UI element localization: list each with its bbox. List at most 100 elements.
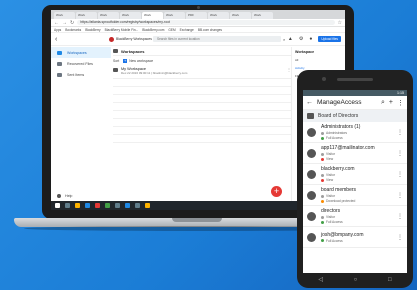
member-row[interactable]: app117@mailinator.com Visitor View ⋮: [303, 143, 407, 164]
member-name: directors: [321, 208, 341, 214]
workspace-icon: [113, 68, 118, 72]
sidebar-item-label: Workspaces: [67, 50, 87, 55]
taskbar-icon[interactable]: [65, 203, 70, 208]
panel-title: Workspace: [295, 50, 315, 54]
upload-button[interactable]: Upload files: [318, 36, 341, 42]
start-icon[interactable]: [55, 203, 60, 208]
sent-items-icon: [57, 72, 62, 77]
more-vert-icon[interactable]: ⋮: [397, 192, 403, 199]
more-vert-icon[interactable]: ⋮: [397, 99, 404, 107]
bell-icon[interactable]: ▲: [288, 36, 293, 42]
permission-label: View: [326, 178, 334, 182]
back-arrow-icon[interactable]: ←: [306, 99, 313, 106]
nav-recents-icon[interactable]: □: [388, 277, 392, 283]
browser-tab[interactable]: Work: [230, 12, 251, 19]
bookmark-item[interactable]: BlackBerry.com: [142, 27, 164, 32]
list-item[interactable]: My Workspace Dec 22 2016 09:00:11 | bbad…: [113, 66, 291, 79]
nav-back-icon[interactable]: ◁: [318, 276, 323, 283]
section-header: Workspaces: [113, 47, 291, 56]
workspace-meta: Dec 22 2016 09:00:11 | bbadmin@blackberr…: [121, 71, 188, 75]
taskbar-icon[interactable]: [145, 203, 150, 208]
taskbar-icon[interactable]: [95, 203, 100, 208]
bookmark-item[interactable]: BlackBerry Mobile Fin...: [105, 27, 139, 32]
add-fab-button[interactable]: +: [271, 186, 282, 197]
more-vert-icon[interactable]: ⋮: [397, 129, 403, 136]
role-dot: [321, 173, 324, 177]
sidebar: Workspaces Recovered Files Sent Items He…: [51, 47, 111, 201]
taskbar-icon[interactable]: [135, 203, 140, 208]
add-icon[interactable]: +: [389, 99, 393, 106]
permission-dot: [321, 136, 324, 140]
star-icon[interactable]: ☆: [338, 19, 342, 27]
sort-dropdown[interactable]: Sort: [113, 59, 119, 63]
member-row[interactable]: directors Visitor Full Access ⋮: [303, 206, 407, 227]
back-chevron-icon[interactable]: ‹: [55, 36, 109, 43]
taskbar-icon[interactable]: [75, 203, 80, 208]
browser-tab[interactable]: Work: [208, 12, 229, 19]
permission-label: Full Access: [326, 136, 343, 140]
user-chip[interactable]: BlackBerry Workspaces: [109, 36, 153, 42]
forward-arrow-icon[interactable]: →: [62, 19, 67, 27]
member-name: blackberry.com: [321, 166, 355, 172]
member-row[interactable]: blackberry.com Visitor View ⋮: [303, 164, 407, 185]
new-workspace-button[interactable]: + New workspace: [123, 58, 153, 63]
back-arrow-icon[interactable]: ←: [54, 19, 59, 27]
taskbar-icon[interactable]: [115, 203, 120, 208]
permission-dot: [321, 178, 324, 182]
browser-tab[interactable]: PDF: [186, 12, 207, 19]
avatar: [307, 148, 316, 158]
reload-icon[interactable]: ↻: [70, 19, 74, 27]
permission-dot: [321, 199, 324, 203]
bookmark-item[interactable]: Apps: [54, 27, 61, 32]
help-link[interactable]: Help: [57, 194, 72, 198]
url-field[interactable]: https://atlanta.sproutfolder.com/registr…: [77, 20, 335, 25]
laptop-camera: [197, 6, 200, 9]
more-vert-icon[interactable]: ⋮: [397, 234, 403, 241]
phone-speaker: [337, 78, 373, 81]
recovered-files-icon: [57, 61, 62, 66]
nav-home-icon[interactable]: ○: [354, 277, 358, 283]
browser-tab[interactable]: Work: [98, 12, 119, 19]
member-name: board members: [321, 187, 357, 193]
search-input[interactable]: Search files in current location: [153, 36, 281, 42]
bookmark-item[interactable]: BB.com changes: [198, 27, 222, 32]
panel-tab[interactable]: All: [295, 58, 342, 62]
status-time: 1:15: [397, 91, 404, 95]
bookmark-item[interactable]: Exchange: [180, 27, 194, 32]
search-icon[interactable]: ⌕: [381, 99, 385, 107]
sidebar-item-sent[interactable]: Sent Items: [51, 69, 111, 80]
app-header: ‹ BlackBerry Workspaces Search files in …: [51, 33, 345, 46]
browser-tab[interactable]: Work: [76, 12, 97, 19]
gear-icon[interactable]: ⚙: [299, 36, 303, 42]
member-row[interactable]: Administrators (1) Administrators Full Acc…: [303, 122, 407, 143]
role-dot: [321, 239, 324, 242]
phone-screen: 1:15 ← ManageAccess ⌕ + ⋮ Board of Direc…: [303, 90, 407, 273]
search-icon[interactable]: ⌕: [283, 37, 285, 42]
sidebar-item-workspaces[interactable]: Workspaces: [51, 47, 111, 58]
member-name: app117@mailinator.com: [321, 145, 375, 151]
help-label: Help: [65, 194, 73, 198]
bookmark-item[interactable]: GEM: [168, 27, 175, 32]
member-row[interactable]: board members Visitor Download protected ⋮: [303, 185, 407, 206]
taskbar-icon[interactable]: [125, 203, 130, 208]
browser-tab-active[interactable]: Work: [142, 12, 163, 19]
browser-tab[interactable]: Work: [120, 12, 141, 19]
member-row[interactable]: josh@bmpany.com Full Access ⋮: [303, 227, 407, 248]
browser-tab[interactable]: Work: [252, 12, 273, 19]
bookmark-item[interactable]: BlackBerry: [85, 27, 100, 32]
permission-dot: [321, 157, 324, 161]
role-dot: [321, 194, 324, 198]
bookmark-item[interactable]: Bookmarks: [65, 27, 81, 32]
taskbar-icon[interactable]: [105, 203, 110, 208]
user-icon[interactable]: ●: [309, 36, 312, 42]
taskbar-icon[interactable]: [85, 203, 90, 208]
more-vert-icon[interactable]: ⋮: [397, 213, 403, 220]
member-role: Visitor: [321, 152, 392, 156]
role-dot: [321, 152, 324, 156]
more-vert-icon[interactable]: ⋮: [397, 150, 403, 157]
sidebar-item-recovered[interactable]: Recovered Files: [51, 58, 111, 69]
more-vert-icon[interactable]: ⋮: [397, 171, 403, 178]
browser-tab[interactable]: Work: [164, 12, 185, 19]
member-permission: View: [321, 157, 392, 161]
permission-label: Full Access: [326, 220, 343, 224]
